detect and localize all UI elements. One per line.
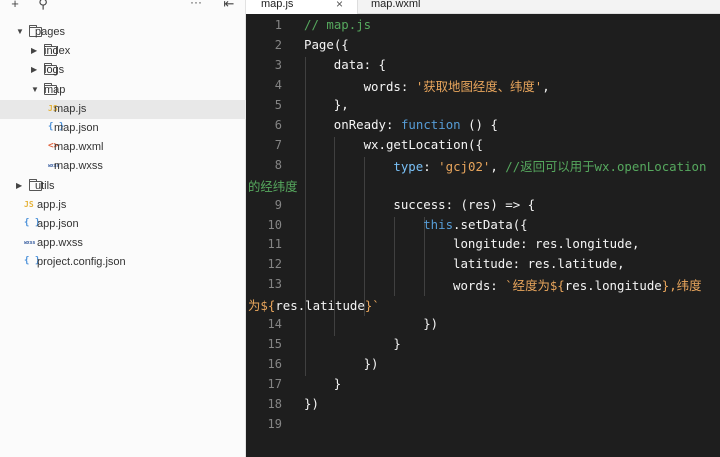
indent-guide	[304, 56, 306, 377]
file-explorer: + ⚲ ··· ⇤ ▼ pages ▶ index ▶ logs ▼ map JS map.js{…	[0, 0, 246, 457]
close-icon[interactable]: ×	[336, 0, 343, 11]
js-file-icon: JS	[24, 199, 34, 209]
line-number: 14	[267, 317, 282, 332]
line-number: 6	[274, 117, 282, 132]
line-number: 9	[274, 197, 282, 212]
tree-item-label: map.json	[54, 122, 99, 134]
tree-file[interactable]: <> map.wxml	[0, 138, 246, 157]
collapse-sidebar-icon[interactable]: ⇤	[221, 0, 237, 13]
tree-item-label: pages	[35, 26, 65, 38]
code-line: latitude: res.latitude,	[453, 256, 625, 272]
tree-item-label: app.wxss	[37, 237, 83, 250]
line-number: 7	[274, 137, 282, 152]
line-number: 12	[267, 257, 282, 272]
code-line: onReady: function () {	[333, 116, 498, 132]
code-line: wx.getLocation({	[363, 136, 483, 152]
tree-file[interactable]: { } map.json	[0, 119, 246, 138]
tree-file[interactable]: JS map.js	[0, 99, 246, 119]
search-icon[interactable]: ⚲	[36, 0, 50, 13]
chevron-down-icon[interactable]: ▼	[16, 27, 24, 37]
add-file-icon[interactable]: +	[9, 0, 21, 13]
explorer-toolbar: + ⚲ ··· ⇤	[0, 0, 246, 14]
code-line: data: {	[333, 56, 387, 72]
wxss-file-icon: wxss	[24, 240, 36, 247]
tree-item-label: app.json	[37, 218, 79, 230]
line-number: 1	[274, 18, 282, 32]
code-line: },	[333, 96, 349, 112]
code-line: this.setData({	[423, 216, 528, 232]
tree-item-label: app.js	[37, 198, 67, 211]
tab-map-wxml[interactable]: map.wxml	[359, 0, 479, 14]
line-number: 8	[274, 157, 282, 172]
tree-file[interactable]: { } project.config.json	[0, 253, 246, 272]
chevron-right-icon[interactable]: ▶	[31, 65, 39, 75]
code-line: longitude: res.longitude,	[453, 236, 640, 252]
tab-label: map.wxml	[371, 0, 421, 10]
chevron-right-icon[interactable]: ▶	[31, 46, 39, 56]
code-line: })	[423, 316, 439, 332]
tree-item-label: logs	[44, 64, 65, 77]
tree-file[interactable]: JS app.js	[0, 196, 246, 215]
line-number: 19	[267, 417, 282, 431]
indent-guide	[393, 216, 395, 297]
code-line: 的经纬度	[248, 178, 298, 194]
tree-item-label: index	[44, 45, 71, 58]
line-number: 3	[274, 57, 282, 72]
tree-item-label: utils	[35, 179, 55, 192]
tab-label: map.js	[261, 0, 294, 10]
indent-guide	[364, 156, 366, 317]
code-line: 为${res.latitude}`	[248, 298, 380, 314]
line-number: 10	[267, 217, 282, 232]
json-file-icon: { }	[24, 218, 41, 228]
tree-item-label: map.wxss	[54, 160, 103, 173]
tree-folder[interactable]: ▶ index	[0, 42, 246, 61]
code-line: Page({	[304, 36, 349, 52]
chevron-right-icon[interactable]: ▶	[16, 181, 24, 191]
code-line: // map.js	[304, 17, 372, 32]
line-number: 4	[274, 77, 282, 92]
code-line: success: (res) => {	[393, 196, 536, 212]
line-number: 5	[274, 97, 282, 112]
json-file-icon: { }	[24, 256, 41, 267]
code-line: words: '获取地图经度、纬度',	[363, 78, 550, 94]
line-number: 18	[267, 397, 282, 412]
tree-item-label: project.config.json	[37, 256, 126, 269]
line-number: 13	[267, 277, 282, 292]
line-number: 2	[274, 37, 282, 52]
editor-tabbar: map.js × map.wxml	[246, 0, 720, 14]
tree-item-label: map.wxml	[54, 141, 104, 154]
tree-folder[interactable]: ▼ pages	[0, 23, 246, 42]
line-number: 17	[267, 377, 282, 392]
code-line: words: `经度为${res.longitude},纬度	[453, 278, 702, 294]
code-line: }	[333, 376, 342, 392]
tab-map-js[interactable]: map.js ×	[246, 0, 358, 14]
tree-file[interactable]: { } app.json	[0, 215, 246, 234]
tree-folder[interactable]: ▶ logs	[0, 61, 246, 80]
code-line: }	[393, 336, 401, 352]
tree-folder[interactable]: ▼ map	[0, 81, 246, 100]
code-line: type: 'gcj02', //返回可以用于wx.openLocation	[393, 158, 707, 174]
line-number: 11	[267, 237, 282, 252]
chevron-down-icon[interactable]: ▼	[31, 85, 39, 95]
tree-file[interactable]: wxss map.wxss	[0, 157, 246, 176]
tree-item-label: map.js	[54, 102, 87, 115]
code-editor[interactable]: map.js × map.wxml 1 // map.js 2 Page({ 3 data…	[246, 0, 720, 457]
code-area[interactable]: 1 // map.js 2 Page({ 3 data: { 4 words: '获取地图经度…	[246, 14, 720, 457]
tree-item-label: map	[44, 83, 66, 96]
line-number: 15	[267, 337, 282, 352]
code-line: })	[304, 396, 319, 412]
line-number: 16	[267, 357, 282, 372]
more-icon[interactable]: ···	[188, 0, 204, 11]
tree-file[interactable]: wxss app.wxss	[0, 234, 246, 253]
code-line: })	[363, 356, 379, 372]
tree-folder[interactable]: ▶ utils	[0, 177, 246, 196]
